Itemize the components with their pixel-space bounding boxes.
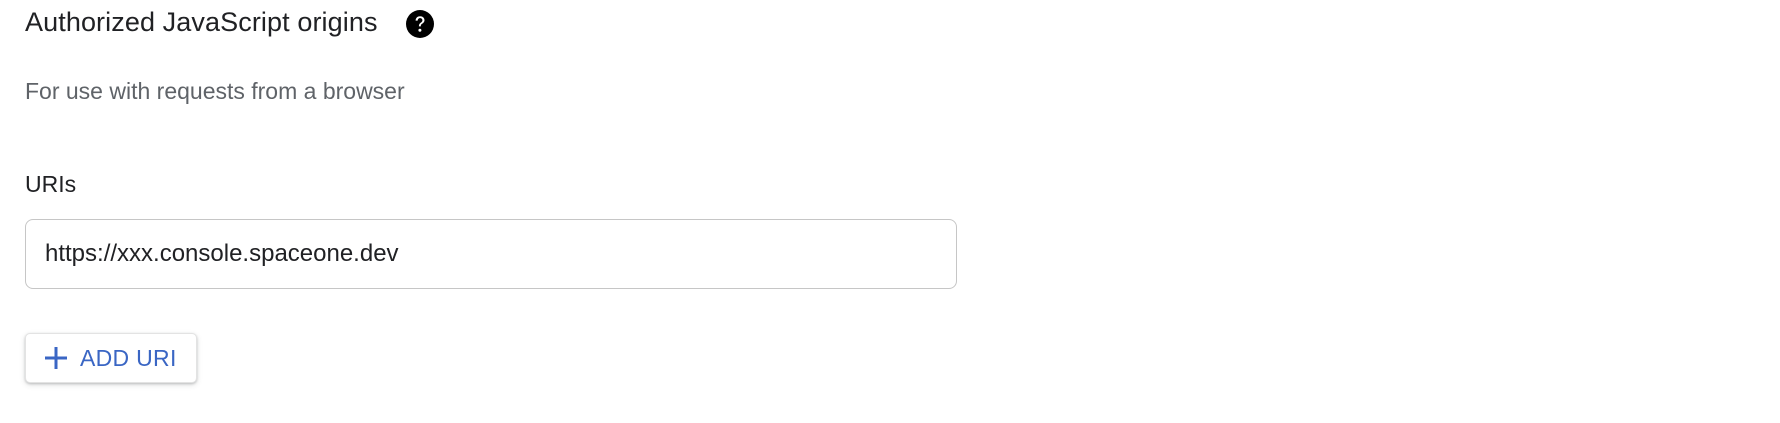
add-uri-label: ADD URI	[80, 344, 177, 371]
uris-label: URIs	[25, 171, 77, 197]
uri-input-1[interactable]	[25, 219, 957, 289]
add-uri-button[interactable]: ADD URI	[25, 333, 197, 383]
help-circle-icon	[405, 10, 434, 38]
plus-icon	[44, 346, 68, 370]
section-title: Authorized JavaScript origins	[25, 6, 378, 37]
help-icon[interactable]	[405, 9, 435, 39]
section-subtitle: For use with requests from a browser	[25, 78, 405, 104]
section-header: Authorized JavaScript origins	[25, 2, 435, 42]
